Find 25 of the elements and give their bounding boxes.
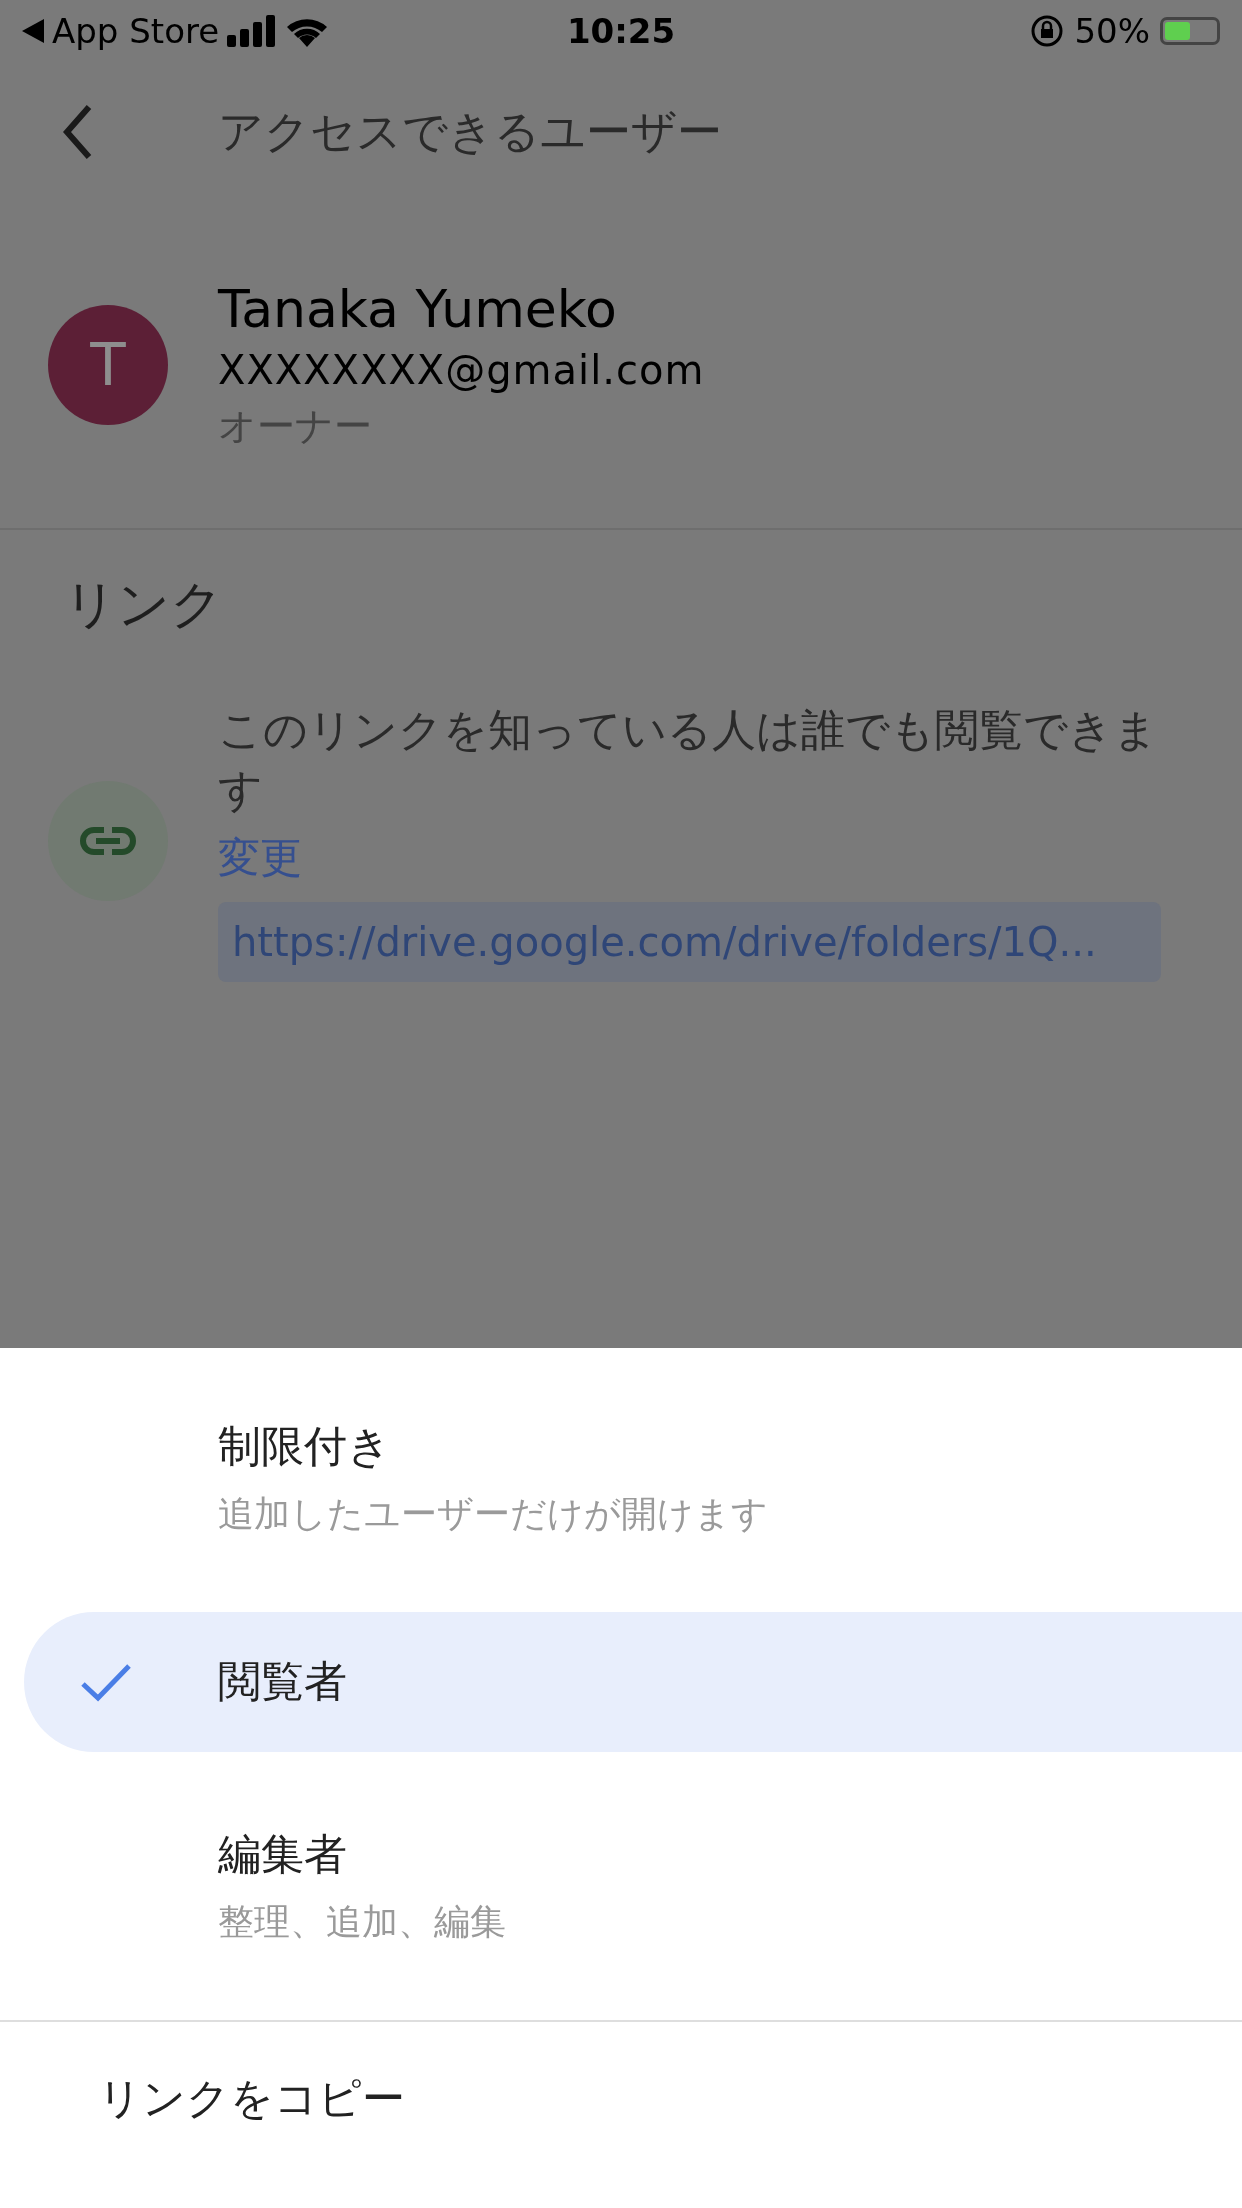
section-heading: リンク — [63, 573, 224, 636]
link-icon — [78, 825, 138, 857]
check-icon — [80, 1662, 132, 1702]
back-arrow-icon[interactable] — [22, 19, 44, 43]
avatar: T — [48, 305, 168, 425]
battery-percent: 50% — [1074, 11, 1150, 51]
link-description: このリンクを知っている人は誰でも閲覧できます — [218, 703, 1159, 817]
signal-icon — [227, 15, 278, 47]
page-title: アクセスできるユーザー — [218, 104, 722, 160]
role-option[interactable]: 制限付き 追加したユーザーだけが開けます — [24, 1408, 1242, 1548]
user-name: Tanaka Yumeko — [218, 278, 618, 339]
option-label: 制限付き — [218, 1419, 392, 1473]
role-option[interactable]: 閲覧者 — [24, 1612, 1242, 1752]
back-app-label[interactable]: App Store — [52, 11, 220, 51]
option-label: 編集者 — [218, 1827, 348, 1881]
role-option[interactable]: 編集者 整理、追加、編集 — [24, 1816, 1242, 1956]
clock: 10:25 — [566, 11, 676, 51]
battery-icon — [1160, 17, 1220, 45]
rotation-lock-icon — [1030, 14, 1065, 48]
copy-link-action[interactable]: リンクをコピー — [0, 2022, 1242, 2128]
user-email: XXXXXXXX@gmail.com — [218, 346, 705, 393]
option-description: 整理、追加、編集 — [218, 1899, 506, 1944]
back-icon[interactable] — [62, 104, 92, 160]
option-label: 閲覧者 — [218, 1655, 347, 1708]
option-description: 追加したユーザーだけが開けます — [218, 1491, 768, 1536]
